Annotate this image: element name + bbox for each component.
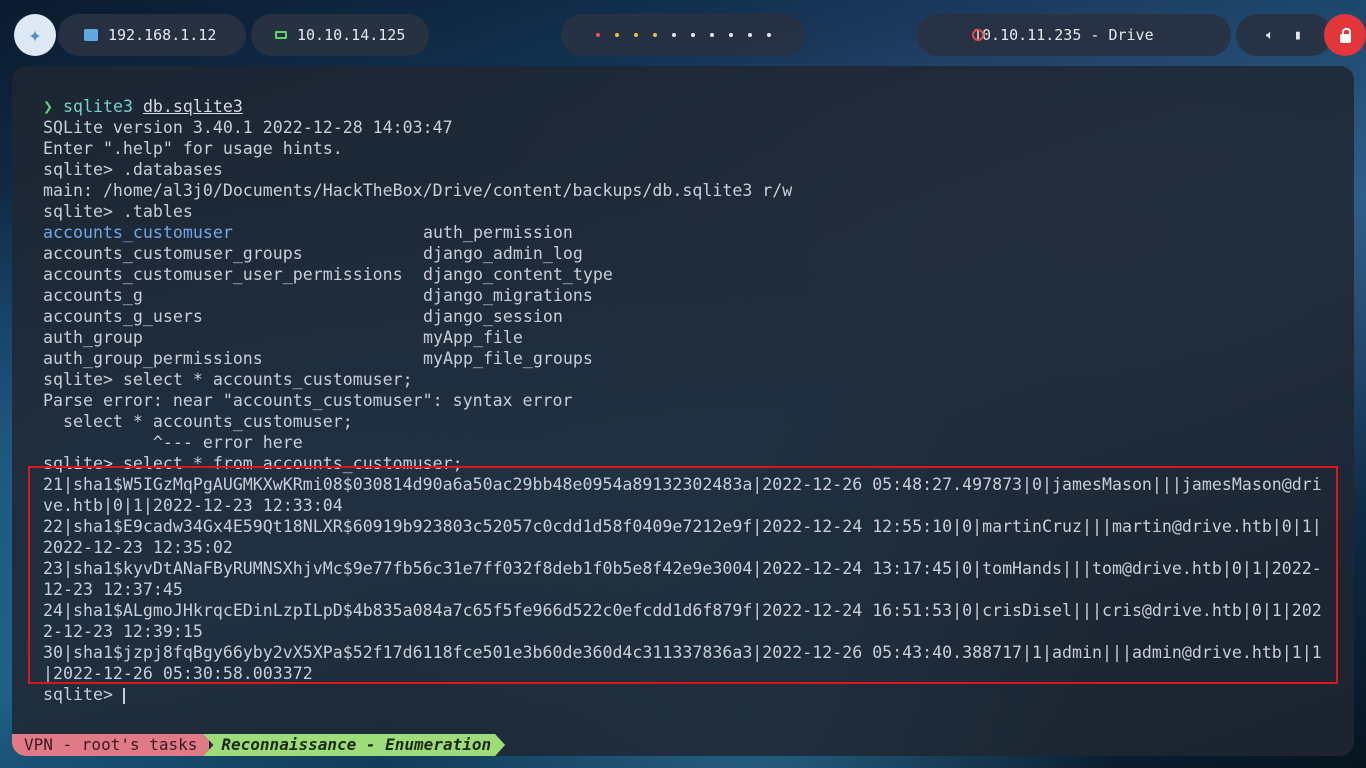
workspace-dot[interactable]: [747, 33, 752, 37]
output-line: main: /home/al3j0/Documents/HackTheBox/D…: [43, 181, 793, 200]
tables-row: auth_group_permissions myApp_file_groups: [43, 348, 1343, 369]
workspace-dot[interactable]: [728, 33, 733, 37]
table-name: myApp_file_groups: [423, 349, 593, 368]
laptop-icon: [275, 31, 287, 39]
workspace-dot[interactable]: [633, 33, 638, 37]
volume-icon[interactable]: 🔈︎: [1266, 28, 1274, 43]
output-line: ^--- error here: [43, 433, 303, 452]
output-line: sqlite> .databases: [43, 160, 223, 179]
command-name: sqlite3: [63, 97, 143, 116]
tables-row: accounts_g django_migrations: [43, 285, 1343, 306]
command-line: ❯ sqlite3 db.sqlite3: [43, 96, 1343, 117]
tables-row: accounts_customuser auth_permission: [43, 222, 1343, 243]
table-name: accounts_g: [43, 286, 143, 305]
tmux-status-bar: VPN - root's tasks Reconnaissance - Enum…: [12, 734, 612, 756]
table-name: accounts_customuser_groups: [43, 244, 303, 263]
table-name: django_admin_log: [423, 244, 583, 263]
table-name: django_session: [423, 307, 563, 326]
workspace-dot[interactable]: [709, 33, 714, 37]
window-name[interactable]: Reconnaissance - Enumeration: [203, 734, 505, 756]
table-name: auth_group: [43, 328, 143, 347]
output-line: Parse error: near "accounts_customuser":…: [43, 391, 573, 410]
table-name: auth_group_permissions: [43, 349, 263, 368]
text-cursor: [122, 687, 125, 704]
tables-row: auth_group myApp_file: [43, 327, 1343, 348]
local-ip-label: 192.168.1.12: [108, 26, 217, 44]
workspace-dot[interactable]: [652, 33, 657, 37]
target-label: 10.10.11.235 - Drive: [973, 26, 1154, 44]
kali-dragon-icon: ✦: [28, 22, 42, 48]
system-tray: 🔈︎ ▮: [1236, 14, 1332, 56]
terminal-window[interactable]: ❯ sqlite3 db.sqlite3 SQLite version 3.40…: [12, 66, 1354, 756]
table-name: myApp_file: [423, 328, 523, 347]
workspace-dot[interactable]: [690, 33, 695, 37]
network-icon: [84, 29, 98, 41]
battery-icon[interactable]: ▮: [1294, 28, 1302, 43]
prompt-arrow-icon: ❯: [43, 97, 53, 116]
workspace-dot[interactable]: [614, 33, 619, 37]
table-name: auth_permission: [423, 223, 573, 242]
target-icon: [972, 29, 984, 41]
lock-screen-button[interactable]: [1324, 14, 1366, 56]
workspace-dot[interactable]: [766, 33, 771, 37]
target-widget: 10.10.11.235 - Drive: [917, 14, 1231, 56]
vpn-ip-widget: 10.10.14.125: [251, 14, 429, 56]
tables-row: accounts_g_users django_session: [43, 306, 1343, 327]
output-line: Enter ".help" for usage hints.: [43, 139, 343, 158]
output-line: sqlite> .tables: [43, 202, 193, 221]
tables-row: accounts_customuser_groups django_admin_l…: [43, 243, 1343, 264]
command-arg: db.sqlite3: [142, 97, 243, 116]
output-line: select * accounts_customuser;: [43, 412, 353, 431]
table-name: django_migrations: [423, 286, 593, 305]
workspace-switcher[interactable]: [561, 14, 805, 56]
table-name: django_content_type: [423, 265, 613, 284]
output-line: sqlite> select * accounts_customuser;: [43, 370, 413, 389]
table-name: accounts_customuser_user_permissions: [43, 265, 403, 284]
top-bar: ✦ 192.168.1.12 10.10.14.125 10.10.11.235…: [0, 14, 1366, 56]
workspace-dot[interactable]: [595, 33, 600, 37]
output-line: SQLite version 3.40.1 2022-12-28 14:03:4…: [43, 118, 453, 137]
launcher-button[interactable]: ✦: [14, 14, 56, 56]
lock-icon: [1339, 27, 1351, 43]
tables-row: accounts_customuser_user_permissions djan…: [43, 264, 1343, 285]
current-prompt-line: sqlite>: [43, 685, 125, 704]
workspace-dot[interactable]: [671, 33, 676, 37]
result-highlight-box: [28, 466, 1338, 684]
table-name: accounts_customuser: [43, 223, 233, 242]
session-name[interactable]: VPN - root's tasks: [12, 734, 210, 756]
local-ip-widget: 192.168.1.12: [58, 14, 246, 56]
vpn-ip-label: 10.10.14.125: [297, 26, 406, 44]
table-name: accounts_g_users: [43, 307, 203, 326]
